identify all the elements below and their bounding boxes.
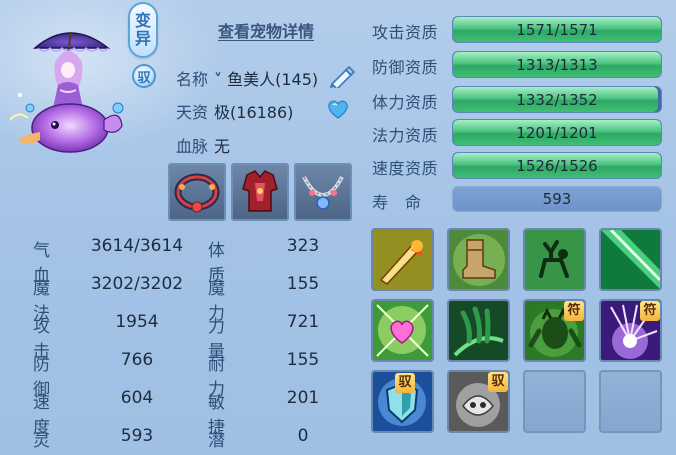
skill-10-tag: 驭 <box>488 372 508 392</box>
aptitude-attack-value: 1571/1571 <box>516 21 598 39</box>
aptitude-stamina-value: 1332/1352 <box>516 91 598 109</box>
view-pet-details-link[interactable]: 查看宠物详情 <box>218 18 314 42</box>
aptitude-speed-bar: 1526/1526 <box>452 152 662 179</box>
lifespan-row: 寿 命 593 <box>372 186 664 214</box>
variant-badge-bottom: 异 <box>134 29 151 48</box>
attr-potential-value: 0 <box>297 426 309 446</box>
fire-sword-icon <box>373 230 432 289</box>
attr-speed-value: 604 <box>120 388 154 408</box>
skill-slot-2[interactable] <box>447 228 510 291</box>
aptitude-stamina: 体力资质 1332/1352 <box>372 86 664 114</box>
pet-portrait-image <box>9 31 124 153</box>
aptitude-stamina-bar: 1332/1352 <box>452 86 662 113</box>
pet-name-label: 名称 <box>176 70 209 89</box>
skill-slot-6[interactable] <box>447 299 510 362</box>
aptitude-mana-value: 1201/1201 <box>516 124 598 142</box>
aptitude-mana-label: 法力资质 <box>372 126 439 145</box>
skill-slot-5[interactable] <box>371 299 434 362</box>
aptitude-stamina-label: 体力资质 <box>372 93 439 112</box>
skill-slot-8[interactable]: 符 <box>599 299 662 362</box>
pet-panel: 变 异 驭 查看宠物详情 名称 ˅ 鱼美人(145) 天资 极(16186) 血… <box>0 0 676 455</box>
attr-hp-value: 3614/3614 <box>90 236 184 256</box>
ride-badge-icon: 驭 <box>132 64 156 88</box>
lifespan-value: 593 <box>452 186 662 212</box>
pet-name-value[interactable]: ˅ 鱼美人(145) <box>214 66 318 90</box>
ride-badge-label: 驭 <box>137 70 151 86</box>
silver-necklace-icon <box>302 176 344 210</box>
skill-8-tag: 符 <box>640 301 660 321</box>
variant-badge: 变 异 <box>128 2 158 58</box>
attr-potential-label: 潜力 <box>208 431 225 451</box>
equip-slot-necklace-red[interactable] <box>168 163 226 221</box>
attr-magic-value: 155 <box>286 274 320 294</box>
skill-slot-1[interactable] <box>371 228 434 291</box>
aptitude-mana: 法力资质 1201/1201 <box>372 119 664 147</box>
boot-icon <box>449 230 508 289</box>
skill-slot-11-empty[interactable] <box>523 370 586 433</box>
heart-sparkle-icon <box>373 301 432 360</box>
aptitude-attack: 攻击资质 1571/1571 <box>372 16 664 44</box>
skill-slot-4[interactable] <box>599 228 662 291</box>
skill-slot-12-empty[interactable] <box>599 370 662 433</box>
aptitude-speed-value: 1526/1526 <box>516 157 598 175</box>
attr-spirit-label: 灵力 <box>33 431 50 451</box>
heart-icon[interactable] <box>326 98 350 120</box>
aptitude-attack-label: 攻击资质 <box>372 23 439 42</box>
aptitude-speed: 速度资质 1526/1526 <box>372 152 664 180</box>
attr-strength-value: 721 <box>286 312 320 332</box>
aptitude-defense-label: 防御资质 <box>372 58 439 77</box>
green-claw-icon <box>449 301 508 360</box>
red-necklace-icon <box>174 173 220 213</box>
red-armor-icon <box>242 170 278 212</box>
pet-bloodline-value: 无 <box>214 137 231 156</box>
skill-slot-10[interactable]: 驭 <box>447 370 510 433</box>
aptitude-defense-bar: 1313/1313 <box>452 51 662 78</box>
equip-slot-necklace-silver[interactable] <box>294 163 352 221</box>
attr-attack-value: 1954 <box>115 312 159 332</box>
skill-7-tag: 符 <box>564 301 584 321</box>
variant-badge-top: 变 <box>134 11 151 30</box>
skill-slot-3[interactable] <box>523 228 586 291</box>
green-slash-icon <box>601 230 660 289</box>
aptitude-defense: 防御资质 1313/1313 <box>372 51 664 79</box>
aptitude-attack-bar: 1571/1571 <box>452 16 662 43</box>
edit-name-icon[interactable] <box>328 64 356 88</box>
pet-bloodline-label: 血脉 <box>176 137 209 156</box>
attr-defense-value: 766 <box>120 350 154 370</box>
skill-9-tag: 驭 <box>395 373 415 393</box>
aptitude-speed-label: 速度资质 <box>372 159 439 178</box>
pet-talent-value: 极(16186) <box>214 103 294 122</box>
pet-portrait[interactable] <box>0 0 130 165</box>
pet-talent-label: 天资 <box>176 103 209 122</box>
deer-icon <box>525 230 584 289</box>
pet-bloodline-row: 血脉 无 <box>176 133 230 157</box>
attr-constitution-value: 323 <box>286 236 320 256</box>
lifespan-label: 寿 命 <box>372 193 422 212</box>
attr-agility-value: 201 <box>286 388 320 408</box>
pet-name-row: 名称 ˅ 鱼美人(145) <box>176 66 318 90</box>
attr-spirit-value: 593 <box>120 426 154 446</box>
aptitude-defense-value: 1313/1313 <box>516 56 598 74</box>
skill-slot-9[interactable]: 驭 <box>371 370 434 433</box>
skill-slot-7[interactable]: 符 <box>523 299 586 362</box>
equip-slot-armor-red[interactable] <box>231 163 289 221</box>
attr-endurance-value: 155 <box>286 350 320 370</box>
pet-talent-row: 天资 极(16186) <box>176 99 293 123</box>
aptitude-mana-bar: 1201/1201 <box>452 119 662 146</box>
attr-mp-value: 3202/3202 <box>90 274 184 294</box>
